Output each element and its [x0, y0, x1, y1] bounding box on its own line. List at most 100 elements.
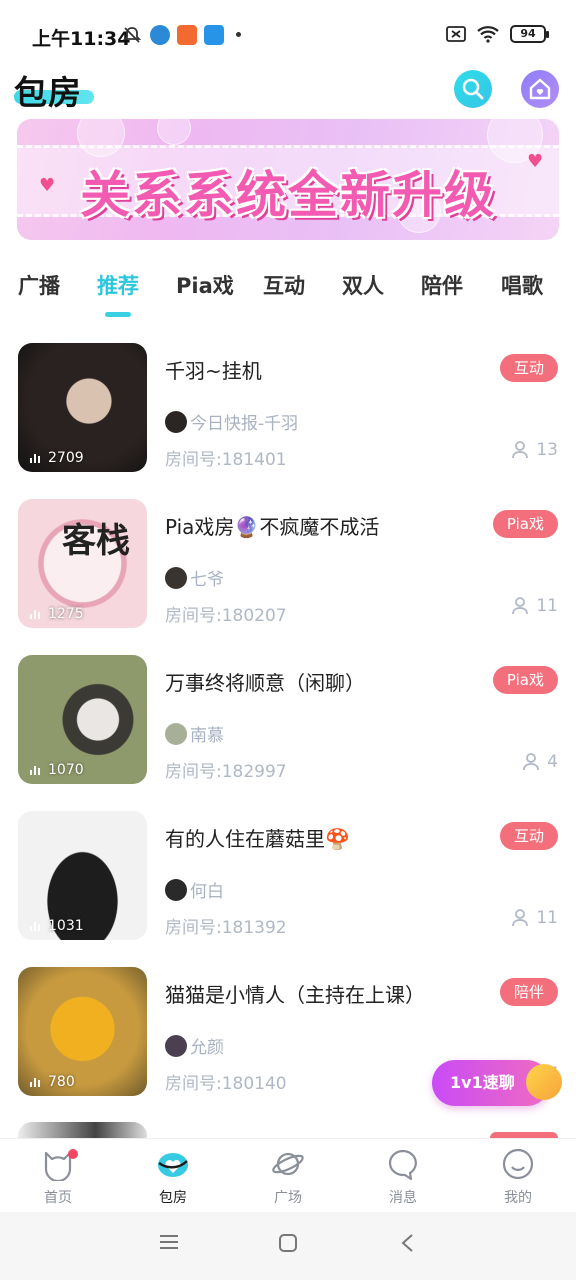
planet-icon [526, 1064, 562, 1100]
wifi-icon [477, 26, 499, 43]
tab-interactive[interactable]: 互动 [263, 270, 305, 300]
app-notification-icon [150, 25, 170, 45]
bottom-nav: 首页 包房 广场 消息 我的 [0, 1138, 576, 1212]
online-count: 11 [536, 596, 558, 616]
page-title: 包房 [14, 73, 82, 112]
heart-planet-icon [158, 1153, 188, 1177]
recent-apps-button[interactable] [158, 1232, 180, 1256]
room-name: 有的人住在蘑菇里🍄 [165, 827, 350, 851]
nav-profile[interactable]: 我的 [478, 1147, 558, 1207]
home-heart-icon [529, 78, 551, 100]
listener-count: 1031 [48, 918, 84, 934]
shopping-app-icon [177, 25, 197, 45]
notification-dot [68, 1149, 78, 1159]
user-icon [512, 441, 529, 459]
room-tag: 互动 [499, 354, 558, 382]
nav-label: 包房 [159, 1190, 187, 1206]
avatar [165, 1034, 187, 1057]
search-icon [462, 78, 484, 100]
search-button[interactable] [454, 70, 492, 108]
room-card[interactable]: 1031 有的人住在蘑菇里🍄 互动 何白 房间号:181392 11 [0, 811, 576, 941]
room-card[interactable]: 2709 千羽~挂机 互动 今日快报-千羽 房间号:181401 13 [0, 343, 576, 473]
nav-label: 首页 [44, 1190, 72, 1206]
quick-chat-label: 1v1速聊 [450, 1073, 515, 1092]
nav-messages[interactable]: 消息 [363, 1147, 443, 1207]
listeners-icon [30, 609, 40, 619]
chevron-left-icon [401, 1234, 413, 1252]
promo-banner[interactable]: ♥ ♥ 关系系统全新升级 [17, 119, 559, 240]
room-cover: 1070 [18, 655, 147, 784]
room-number: 房间号:182997 [165, 762, 287, 782]
room-cover: 1031 [18, 811, 147, 940]
home-system-button[interactable] [277, 1232, 299, 1258]
room-cover: 2709 [18, 343, 147, 472]
room-number: 房间号:180207 [165, 606, 287, 626]
nav-rooms[interactable]: 包房 [133, 1147, 213, 1207]
quick-chat-button[interactable]: 1v1速聊 [432, 1060, 562, 1106]
room-cover-partial [18, 1122, 147, 1138]
owner-name: 何白 [190, 882, 224, 902]
category-tabs: 广播 推荐 Pia戏 互动 双人 陪伴 唱歌 [0, 270, 576, 320]
room-card[interactable]: 客栈 1275 Pia戏房🔮不疯魔不成活 Pia戏 七爷 房间号:180207 … [0, 499, 576, 629]
back-button[interactable] [398, 1232, 418, 1258]
battery-indicator: 94 [510, 25, 549, 43]
sim-off-icon [446, 26, 466, 42]
online-count: 4 [547, 752, 558, 772]
status-bar: 上午11:34 94 [0, 0, 576, 70]
status-time: 上午11:34 [32, 28, 131, 50]
online-count: 11 [536, 908, 558, 928]
my-room-button[interactable] [521, 70, 559, 108]
tab-companion[interactable]: 陪伴 [421, 270, 463, 300]
listener-count: 1070 [48, 762, 84, 778]
room-name: 万事终将顺意（闲聊） [165, 671, 365, 695]
tab-duo[interactable]: 双人 [342, 270, 384, 300]
room-cover: 780 [18, 967, 147, 1096]
banner-title: 关系系统全新升级 [80, 166, 496, 224]
room-cover: 客栈 1275 [18, 499, 147, 628]
owner-name: 允颜 [190, 1038, 224, 1058]
smile-face-icon [502, 1148, 534, 1180]
nav-label: 广场 [274, 1190, 302, 1206]
tab-broadcast[interactable]: 广播 [18, 270, 60, 300]
avatar [165, 878, 187, 901]
avatar [165, 566, 187, 589]
menu-icon [160, 1235, 178, 1249]
nav-plaza[interactable]: 广场 [248, 1147, 328, 1207]
nav-home[interactable]: 首页 [18, 1147, 98, 1207]
more-dot-icon [236, 32, 241, 37]
room-tag: 陪伴 [499, 978, 558, 1006]
system-nav-bar [0, 1212, 576, 1280]
room-tag: Pia戏 [492, 666, 558, 694]
listener-count: 780 [48, 1074, 75, 1090]
owner-name: 今日快报-千羽 [190, 414, 299, 434]
room-tag: 互动 [499, 822, 558, 850]
listeners-icon [30, 921, 40, 931]
upload-app-icon [204, 25, 224, 45]
room-tag: Pia戏 [492, 510, 558, 538]
user-icon [512, 909, 529, 927]
room-number: 房间号:181401 [165, 450, 287, 470]
user-icon [523, 753, 540, 771]
avatar [165, 722, 187, 745]
page-title-wrap: 包房 [14, 66, 94, 112]
listener-count: 2709 [48, 450, 84, 466]
tab-pia[interactable]: Pia戏 [176, 270, 234, 300]
listeners-icon [30, 1077, 40, 1087]
room-card[interactable]: 1070 万事终将顺意（闲聊） Pia戏 南慕 房间号:182997 4 [0, 655, 576, 785]
listeners-icon [30, 765, 40, 775]
owner-name: 七爷 [190, 570, 224, 590]
nav-label: 消息 [389, 1190, 417, 1206]
mute-bell-icon [122, 27, 142, 43]
nav-label: 我的 [504, 1190, 532, 1206]
tab-singing[interactable]: 唱歌 [501, 270, 543, 300]
listener-count: 1275 [48, 606, 84, 622]
square-icon [279, 1234, 297, 1252]
listeners-icon [30, 453, 40, 463]
user-icon [512, 597, 529, 615]
room-number: 房间号:180140 [165, 1074, 287, 1094]
room-number: 房间号:181392 [165, 918, 287, 938]
room-name: 猫猫是小情人（主持在上课） [165, 983, 425, 1007]
planet-icon [272, 1152, 304, 1176]
room-name: Pia戏房🔮不疯魔不成活 [165, 515, 380, 539]
tab-recommend[interactable]: 推荐 [97, 270, 139, 300]
